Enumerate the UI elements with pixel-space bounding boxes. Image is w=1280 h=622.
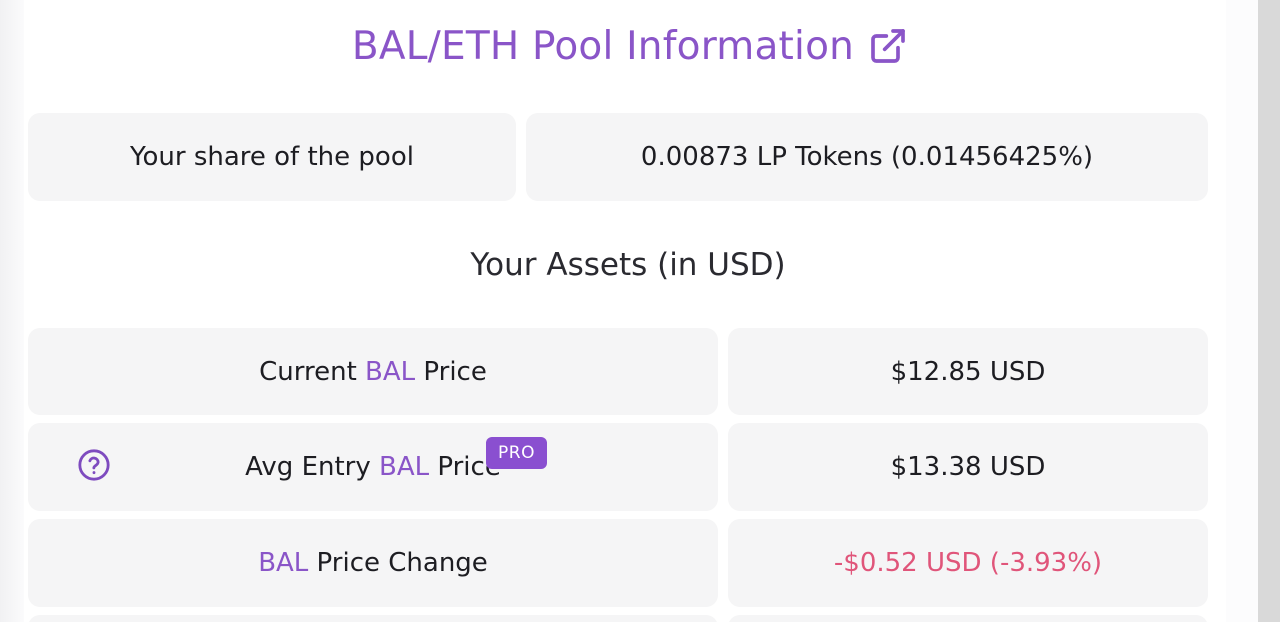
price-change-value-cell: -$0.52 USD (-3.93%) xyxy=(728,519,1208,607)
current-price-label: Current BAL Price xyxy=(259,357,487,387)
page-title: BAL/ETH Pool Information xyxy=(0,18,1260,74)
question-circle-icon[interactable] xyxy=(66,443,122,487)
assets-heading: Your Assets (in USD) xyxy=(470,247,786,283)
external-link-icon[interactable] xyxy=(868,26,908,66)
label-prefix: Avg Entry xyxy=(245,452,380,482)
pool-share-label-cell: Your share of the pool xyxy=(28,113,516,201)
scrollbar[interactable] xyxy=(1258,0,1280,622)
pool-info-page: BAL/ETH Pool Information Your share of t… xyxy=(0,0,1280,622)
pro-badge: PRO xyxy=(486,437,547,469)
label-suffix: Price xyxy=(415,356,487,387)
avg-entry-price-label-cell: Avg Entry BAL Price xyxy=(28,423,718,511)
pool-share-value-cell: 0.00873 LP Tokens (0.01456425%) xyxy=(526,113,1208,201)
avg-entry-price-label: Avg Entry BAL Price xyxy=(245,452,501,482)
token-symbol: BAL xyxy=(365,356,416,387)
label-prefix: Current xyxy=(259,356,366,387)
label-suffix: Price Change xyxy=(308,548,488,578)
avg-entry-price-value-cell: $13.38 USD xyxy=(728,423,1208,511)
page-edge-left xyxy=(0,0,24,622)
current-price-value: $12.85 USD xyxy=(890,356,1046,387)
price-change-label-cell: BAL Price Change xyxy=(28,519,718,607)
next-row-label-cell-partial xyxy=(28,615,718,622)
price-change-label: BAL Price Change xyxy=(258,548,488,578)
token-symbol: BAL xyxy=(258,548,309,578)
pool-share-value: 0.00873 LP Tokens (0.01456425%) xyxy=(640,142,1094,172)
avg-entry-price-value: $13.38 USD xyxy=(890,452,1046,482)
current-price-label-cell: Current BAL Price xyxy=(28,328,718,415)
token-symbol: BAL xyxy=(379,452,430,482)
page-title-text: BAL/ETH Pool Information xyxy=(351,23,855,69)
current-price-value-cell: $12.85 USD xyxy=(728,328,1208,415)
page-edge-right xyxy=(1226,0,1258,622)
next-row-value-cell-partial xyxy=(728,615,1208,622)
price-change-value: -$0.52 USD (-3.93%) xyxy=(833,548,1103,578)
pool-share-label: Your share of the pool xyxy=(130,142,414,172)
